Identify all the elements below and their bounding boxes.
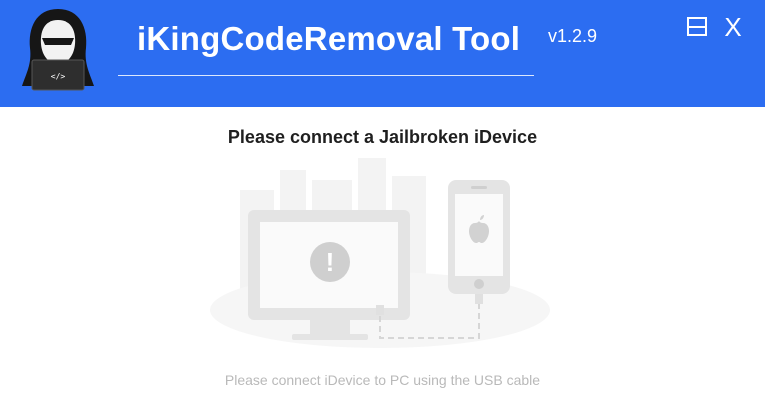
app-title: iKingCodeRemoval Tool bbox=[137, 20, 521, 57]
connect-hint: Please connect iDevice to PC using the U… bbox=[224, 372, 541, 388]
title-underline bbox=[118, 75, 534, 76]
minimize-button[interactable] bbox=[683, 13, 711, 41]
logo-code-text: </> bbox=[51, 72, 66, 81]
alert-symbol: ! bbox=[326, 247, 335, 277]
close-button[interactable]: X bbox=[719, 13, 747, 41]
alert-icon: ! bbox=[310, 242, 350, 282]
title-bar: </> iKingCodeRemoval Tool v1.2.9 X bbox=[0, 0, 765, 107]
connect-prompt: Please connect a Jailbroken iDevice bbox=[227, 127, 538, 147]
hacker-logo-icon: </> bbox=[22, 9, 94, 91]
minimize-icon bbox=[687, 17, 707, 36]
close-icon: X bbox=[724, 12, 742, 42]
connect-device-illustration: ! bbox=[210, 158, 550, 348]
app-version: v1.2.9 bbox=[548, 26, 598, 46]
